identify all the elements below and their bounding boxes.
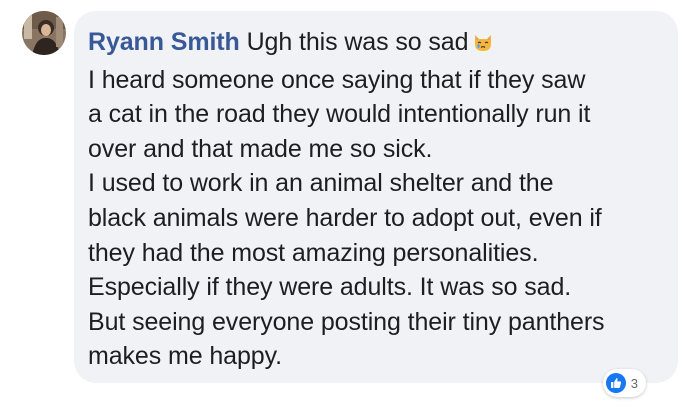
comment-container: Ryann Smith Ugh this was so sad I heard … <box>0 0 700 410</box>
comment-body-line: black animals were harder to adopt out, … <box>88 203 602 232</box>
avatar[interactable] <box>22 11 66 55</box>
comment-body-line: I heard someone once saying that if they… <box>88 65 586 94</box>
comment-author-link[interactable]: Ryann Smith <box>88 28 240 56</box>
like-icon <box>605 373 626 393</box>
comment-text: Ryann Smith Ugh this was so sad I heard … <box>88 25 662 374</box>
comment-body-line: I used to work in an animal shelter and … <box>88 169 554 198</box>
comment-body-line: makes me happy. <box>88 342 282 371</box>
comment-bubble: Ryann Smith Ugh this was so sad I heard … <box>74 11 678 383</box>
comment-body-line: they had the most amazing personalities. <box>88 238 539 267</box>
comment-first-line: Ugh this was so sad <box>246 28 469 56</box>
comment-body-line: over and that made me so sick. <box>88 134 433 163</box>
comment-body-line: Especially if they were adults. It was s… <box>88 273 572 302</box>
reaction-count: 3 <box>630 375 638 391</box>
reactions-badge[interactable]: 3 <box>602 369 646 397</box>
comment-body-line: a cat in the road they would intentional… <box>88 100 591 129</box>
crying-cat-face-emoji-icon <box>472 28 494 63</box>
comment-body-line: But seeing everyone posting their tiny p… <box>88 307 605 336</box>
